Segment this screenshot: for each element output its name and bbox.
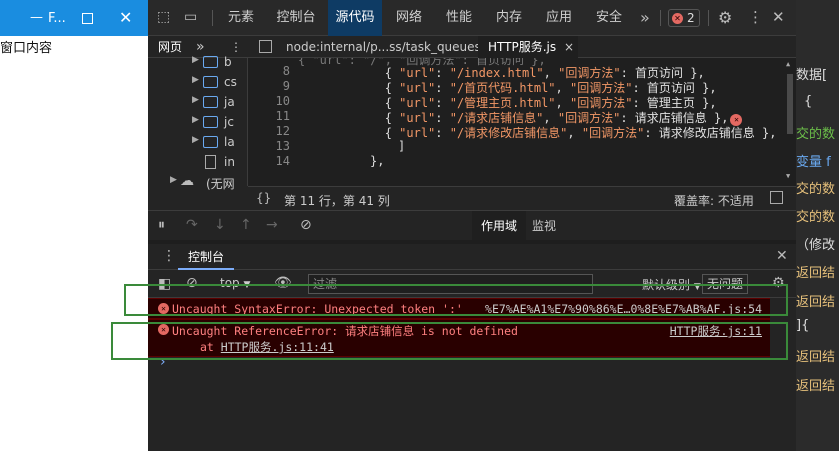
background-editor-window: 数据[ { 交的数 变量 f 交的数 交的数 （修改 返回结 返回结 ]{ 返回… — [796, 0, 839, 451]
tab-sources[interactable]: 源代码 — [328, 0, 382, 36]
toggle-debugger-icon[interactable] — [770, 191, 783, 204]
close-tab-icon[interactable]: × — [564, 36, 574, 58]
debugger-controls: ⏸ ↷ ↓ ↑ → ⊘ 作用域 监视 — [148, 210, 796, 241]
toggle-navigator-icon[interactable] — [259, 40, 272, 53]
tab-performance[interactable]: 性能 — [436, 0, 482, 36]
tab-scope[interactable]: 作用域 — [472, 211, 526, 241]
mini-window-title: F... — [48, 11, 66, 26]
cursor-position: 第 11 行，第 41 列 — [284, 194, 390, 208]
minimize-button[interactable]: — — [30, 10, 43, 25]
file-tab-http-service[interactable]: HTTP服务.js × — [478, 36, 578, 58]
file-tab-task-queues[interactable]: node:internal/p...ss/task_queues — [286, 36, 481, 58]
pause-icon[interactable]: ⏸ — [158, 217, 165, 233]
mini-window-content: 窗口内容 — [0, 41, 53, 56]
maximize-button[interactable] — [82, 13, 93, 24]
tree-item[interactable]: in — [148, 152, 248, 172]
inspect-element-icon[interactable]: ⬚ — [157, 9, 170, 25]
folder-icon — [203, 116, 218, 128]
step-over-icon[interactable]: ↷ — [186, 217, 198, 233]
folder-icon — [203, 136, 218, 148]
devtools-window: ⬚ ▭ 元素 控制台 源代码 网络 性能 内存 应用 安全 » ✕ 2 ⚙ ⋮ … — [148, 0, 796, 451]
close-devtools-icon[interactable]: ✕ — [772, 8, 785, 26]
line-number: 13 — [275, 139, 290, 153]
error-count-badge[interactable]: ✕ 2 — [668, 9, 700, 27]
line-number: 10 — [275, 94, 290, 108]
more-options-icon[interactable]: ⋮ — [748, 8, 763, 26]
folder-icon — [203, 76, 218, 88]
vertical-scrollbar[interactable]: ▲ ▼ — [786, 60, 794, 180]
tab-security[interactable]: 安全 — [586, 0, 632, 36]
settings-gear-icon[interactable]: ⚙ — [718, 8, 732, 27]
line-number: 11 — [275, 109, 290, 123]
code-line: { "url": "/请求修改店铺信息", "回调方法": 请求修改店铺信息 }… — [298, 126, 777, 140]
tree-item[interactable]: ▶ b — [148, 52, 248, 72]
drawer-menu-icon[interactable]: ⋮ — [162, 248, 176, 264]
error-icon: ✕ — [672, 13, 683, 24]
devtools-main-toolbar: ⬚ ▭ 元素 控制台 源代码 网络 性能 内存 应用 安全 » ✕ 2 ⚙ ⋮ … — [148, 0, 796, 36]
tab-console[interactable]: 控制台 — [268, 0, 324, 36]
folder-icon — [203, 56, 218, 68]
tab-network[interactable]: 网络 — [386, 0, 432, 36]
cloud-icon: ☁ — [180, 173, 194, 189]
console-scrollbar[interactable] — [772, 298, 796, 451]
step-icon[interactable]: → — [266, 217, 278, 233]
annotation-box — [111, 322, 788, 360]
editor-status-bar: {} 第 11 行，第 41 列 覆盖率: 不适用 — [248, 186, 796, 210]
step-into-icon[interactable]: ↓ — [214, 217, 226, 233]
step-out-icon[interactable]: ↑ — [240, 217, 252, 233]
drawer-header: ⋮ 控制台 ✕ — [148, 244, 796, 270]
tree-item[interactable]: ▶ cs — [148, 72, 248, 92]
close-button[interactable]: ✕ — [119, 8, 132, 27]
more-tabs-icon[interactable]: » — [640, 8, 650, 27]
line-number: 8 — [282, 64, 290, 78]
tab-drawer-console[interactable]: 控制台 — [178, 244, 234, 270]
tab-elements[interactable]: 元素 — [218, 0, 264, 36]
code-line: }, — [370, 154, 385, 168]
tab-application[interactable]: 应用 — [536, 0, 582, 36]
mini-window-titlebar: F... — ✕ — [0, 0, 148, 36]
annotation-box — [124, 284, 788, 316]
tree-item[interactable]: ▶ ja — [148, 92, 248, 112]
folder-icon — [203, 96, 218, 108]
file-icon — [205, 155, 216, 169]
line-number: 14 — [275, 154, 290, 168]
tab-memory[interactable]: 内存 — [486, 0, 532, 36]
code-editor[interactable]: { "url": "/", "回调方法": 首页访问 }, 8 { "url":… — [248, 58, 796, 186]
tree-item[interactable]: ▶ la — [148, 132, 248, 152]
tree-item[interactable]: ▶ ☁ (无网 — [148, 172, 248, 192]
close-drawer-icon[interactable]: ✕ — [776, 248, 788, 264]
tree-item[interactable]: ▶ jc — [148, 112, 248, 132]
device-toolbar-icon[interactable]: ▭ — [184, 9, 197, 25]
line-number: 12 — [275, 124, 290, 138]
code-line: ] — [398, 139, 406, 153]
pretty-print-icon[interactable]: {} — [256, 191, 271, 205]
deactivate-breakpoints-icon[interactable]: ⊘ — [300, 217, 312, 233]
line-number: 9 — [282, 79, 290, 93]
file-navigator: ▶ b ▶ cs ▶ ja ▶ jc ▶ la in ▶ ☁ (无网 — [148, 55, 248, 191]
tab-watch[interactable]: 监视 — [532, 211, 556, 241]
console-input-area[interactable] — [148, 372, 770, 451]
coverage-status: 覆盖率: 不适用 — [674, 194, 754, 208]
